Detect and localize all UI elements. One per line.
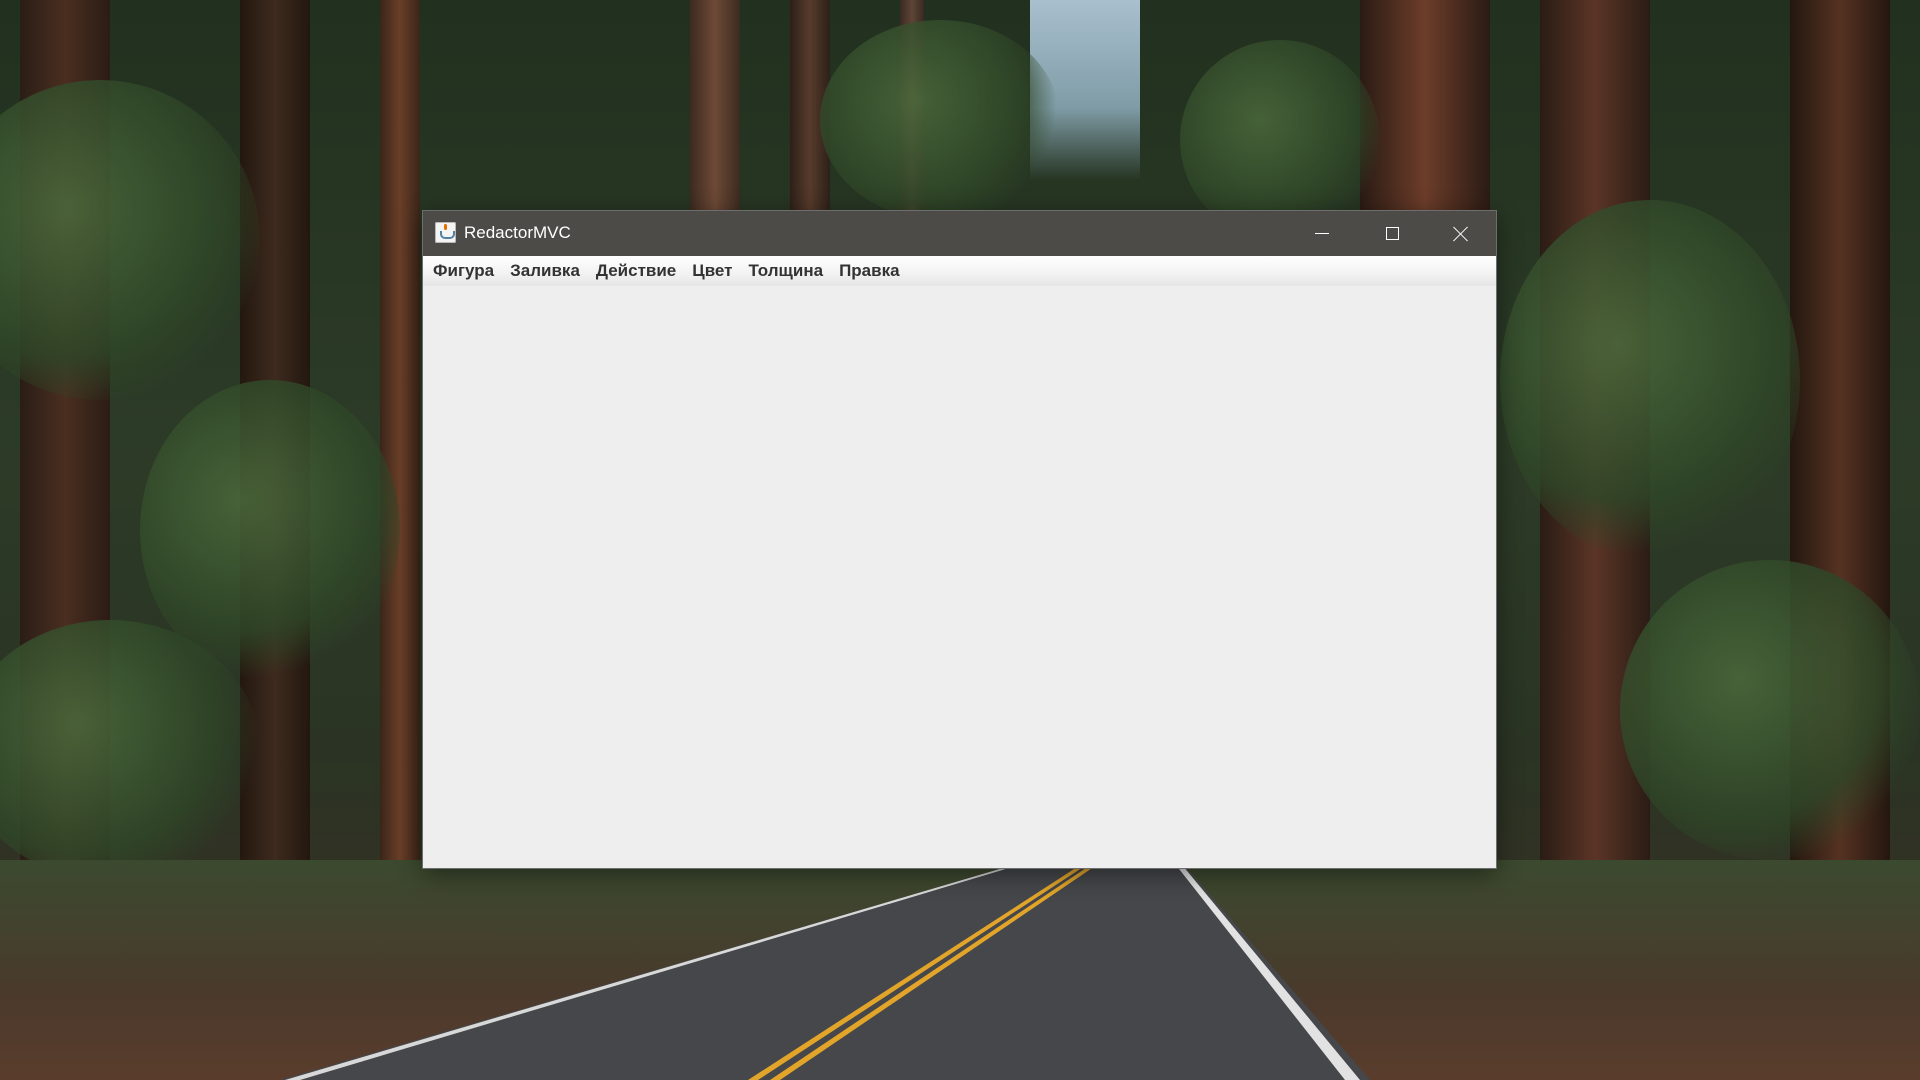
menu-color[interactable]: Цвет [684, 256, 740, 286]
window-title: RedactorMVC [464, 223, 571, 242]
menu-action[interactable]: Действие [588, 256, 684, 286]
minimize-icon [1315, 233, 1329, 234]
menu-bar: Фигура Заливка Действие Цвет Толщина Пра… [423, 256, 1496, 286]
wallpaper-foliage [820, 20, 1060, 220]
menu-thickness[interactable]: Толщина [740, 256, 831, 286]
wallpaper-foliage [1180, 40, 1380, 240]
maximize-icon [1385, 227, 1399, 240]
wallpaper-foliage [1620, 560, 1920, 860]
maximize-button[interactable] [1357, 211, 1427, 256]
wallpaper-foliage [1500, 200, 1800, 560]
wallpaper-tree-trunk [380, 0, 420, 920]
java-cup-icon [435, 222, 456, 243]
wallpaper-road [280, 860, 1370, 1080]
menu-edit[interactable]: Правка [831, 256, 907, 286]
wallpaper-foliage [0, 80, 260, 400]
app-window: RedactorMVC Фигура Заливка Действие Цвет… [423, 211, 1496, 868]
menu-shape[interactable]: Фигура [425, 256, 502, 286]
close-icon [1453, 226, 1469, 242]
title-bar[interactable]: RedactorMVC [423, 211, 1496, 256]
drawing-canvas[interactable] [423, 286, 1496, 868]
close-button[interactable] [1426, 211, 1496, 256]
menu-fill[interactable]: Заливка [502, 256, 588, 286]
minimize-button[interactable] [1287, 211, 1357, 256]
